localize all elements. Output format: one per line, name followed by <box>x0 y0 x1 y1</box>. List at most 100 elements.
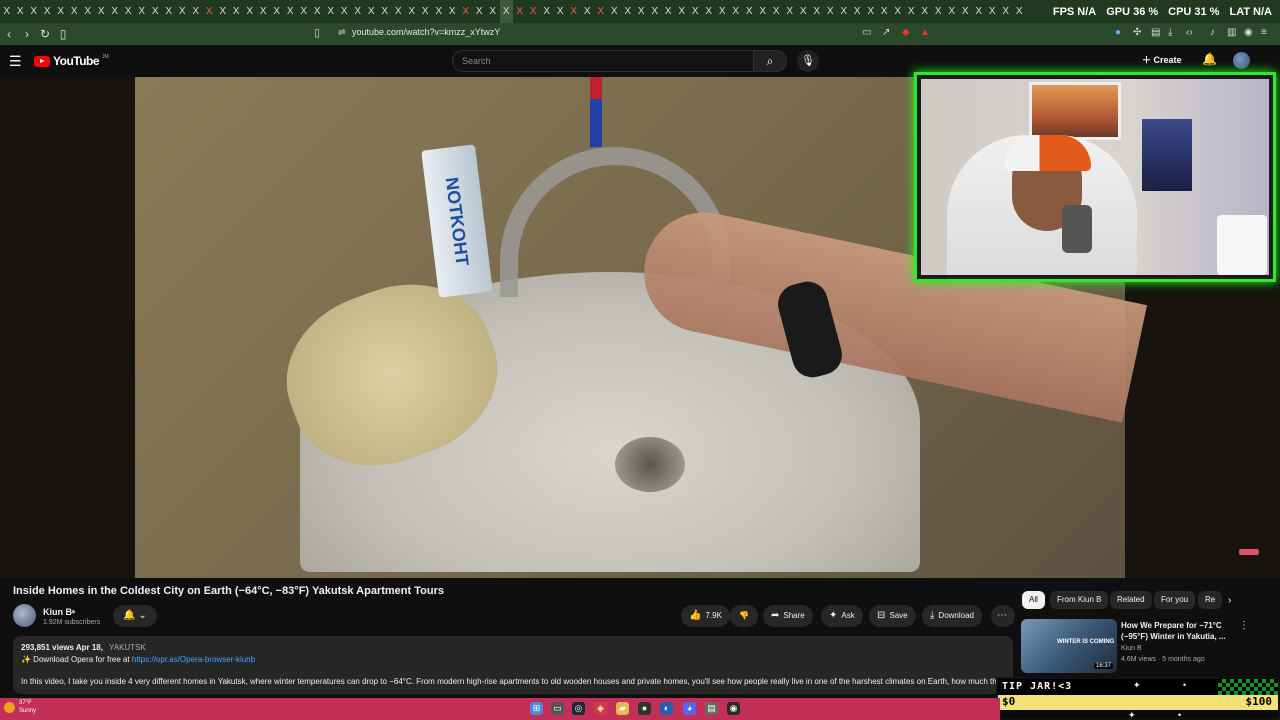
browser-tab[interactable]: X <box>918 0 932 23</box>
browser-tab[interactable]: X <box>743 0 757 23</box>
site-info-icon[interactable]: ⇌ <box>338 27 346 38</box>
weather-temp[interactable]: 37°F <box>19 700 32 706</box>
browser-tab[interactable]: X <box>635 0 649 23</box>
channel-avatar[interactable] <box>13 604 36 627</box>
browser-tab[interactable]: X <box>378 0 392 23</box>
browser-tab[interactable]: X <box>675 0 689 23</box>
channel-name[interactable]: Kiun B <box>43 607 72 617</box>
browser-tab[interactable]: X <box>999 0 1013 23</box>
notepad-icon[interactable]: ▤ <box>705 702 718 715</box>
browser-tab[interactable]: X <box>149 0 163 23</box>
browser-tab[interactable]: X <box>459 0 473 23</box>
create-button[interactable]: ＋ Create <box>1142 53 1182 66</box>
account-avatar[interactable] <box>1233 52 1250 69</box>
promo-link[interactable]: https://opr.as/Opera-browser-kiunb <box>132 655 255 664</box>
chevron-right-icon[interactable]: › <box>1228 595 1231 606</box>
search-input[interactable]: Search <box>452 50 754 72</box>
browser-tab[interactable]: X <box>432 0 446 23</box>
browser-tab[interactable]: X <box>770 0 784 23</box>
browser-tab[interactable]: X <box>621 0 635 23</box>
search-button[interactable]: ⌕ <box>753 50 787 72</box>
browser-tab[interactable]: X <box>662 0 676 23</box>
browser-tab[interactable]: X <box>365 0 379 23</box>
browser-tab[interactable]: X <box>486 0 500 23</box>
settings-icon[interactable]: ◉ <box>1244 27 1253 38</box>
browser-tab[interactable]: X <box>986 0 1000 23</box>
sun-icon[interactable] <box>4 702 15 713</box>
browser-tab[interactable]: X <box>702 0 716 23</box>
browser-tab[interactable]: X <box>14 0 28 23</box>
browser-tab[interactable]: X <box>405 0 419 23</box>
chrome-icon[interactable]: ◉ <box>727 702 740 715</box>
browser-tab[interactable]: X <box>392 0 406 23</box>
recommendation-channel[interactable]: Kiun B <box>1121 645 1142 652</box>
bookmark-icon[interactable]: ▯ <box>314 26 320 39</box>
browser-tab[interactable]: X <box>864 0 878 23</box>
browser-tab[interactable]: X <box>689 0 703 23</box>
browser-tab[interactable]: X <box>351 0 365 23</box>
obs-icon[interactable]: ● <box>638 702 651 715</box>
puzzle-icon[interactable]: ✣ <box>1133 27 1141 38</box>
music-icon[interactable]: ♪ <box>1210 27 1215 38</box>
browser-tab[interactable]: X <box>27 0 41 23</box>
browser-tab[interactable]: X <box>257 0 271 23</box>
download-button[interactable]: ⤓ Download <box>922 605 982 627</box>
browser-tab[interactable]: X <box>324 0 338 23</box>
browser-tab[interactable]: X <box>594 0 608 23</box>
browser-tab[interactable]: X <box>189 0 203 23</box>
browser-tab[interactable]: X <box>243 0 257 23</box>
like-button[interactable]: 👍 7.9K <box>681 605 730 627</box>
browser-tab[interactable]: X <box>824 0 838 23</box>
hamburger-menu-icon[interactable]: ☰ <box>9 53 22 70</box>
more-vert-icon[interactable]: ⋮ <box>1239 620 1249 631</box>
browser-tab[interactable]: X <box>932 0 946 23</box>
save-button[interactable]: ⊟ Save <box>869 605 916 627</box>
browser-tab[interactable]: X <box>540 0 554 23</box>
browser-tab[interactable]: X <box>797 0 811 23</box>
browser-tab[interactable]: X <box>135 0 149 23</box>
steam-icon[interactable]: ◎ <box>572 702 585 715</box>
browser-icon[interactable]: ◈ <box>594 702 607 715</box>
hashtag[interactable]: YAKUTSK <box>109 643 146 652</box>
share-icon[interactable]: ↗ <box>882 27 890 38</box>
browser-tab[interactable]: X <box>419 0 433 23</box>
browser-tab[interactable]: X <box>499 0 513 23</box>
browser-tab[interactable]: X <box>851 0 865 23</box>
browser-tab[interactable]: X <box>959 0 973 23</box>
browser-tab[interactable]: X <box>162 0 176 23</box>
more-actions-button[interactable]: ⋯ <box>991 605 1015 627</box>
browser-tab[interactable]: X <box>527 0 541 23</box>
browser-tab[interactable]: X <box>581 0 595 23</box>
menu-icon[interactable]: ≡ <box>1261 27 1267 38</box>
browser-tab[interactable]: X <box>0 0 14 23</box>
description-box[interactable]: 293,851 views Apr 18, YAKUTSK ✨ Download … <box>13 636 1013 694</box>
share-button[interactable]: ➦ Share <box>763 605 813 627</box>
browser-tab[interactable]: X <box>716 0 730 23</box>
weather-condition[interactable]: Sunny <box>19 708 36 714</box>
browser-tab[interactable]: X <box>230 0 244 23</box>
browser-tab[interactable]: X <box>311 0 325 23</box>
browser-tab[interactable]: X <box>81 0 95 23</box>
browser-tab[interactable]: X <box>95 0 109 23</box>
notifications-icon[interactable]: 🔔 <box>1202 52 1217 66</box>
browser-tab[interactable]: X <box>1013 0 1027 23</box>
browser-tab[interactable]: X <box>54 0 68 23</box>
subscription-bell-button[interactable]: 🔔 ⌄ <box>113 605 157 627</box>
chip-all[interactable]: All <box>1022 591 1045 609</box>
alert-icon[interactable]: ▲ <box>920 27 930 38</box>
browser-tab[interactable]: X <box>108 0 122 23</box>
ask-button[interactable]: ✦ Ask <box>821 605 863 627</box>
recommendation-title[interactable]: How We Prepare for −71°C (−95°F) Winter … <box>1121 620 1231 642</box>
browser-tab[interactable]: X <box>338 0 352 23</box>
browser-tab[interactable]: X <box>297 0 311 23</box>
browser-tab[interactable]: X <box>756 0 770 23</box>
voice-search-button[interactable]: 🎙 <box>797 50 819 72</box>
browser-tab[interactable]: X <box>972 0 986 23</box>
browser-tab[interactable]: X <box>68 0 82 23</box>
browser-tab[interactable]: X <box>554 0 568 23</box>
task-view-icon[interactable]: ▭ <box>551 702 564 715</box>
discord-icon[interactable]: ◕ <box>683 702 696 715</box>
shield-icon[interactable]: ◆ <box>902 27 910 38</box>
url-field[interactable]: youtube.com/watch?v=kmzz_xYtwzY <box>352 27 500 37</box>
browser-tab[interactable]: X <box>783 0 797 23</box>
